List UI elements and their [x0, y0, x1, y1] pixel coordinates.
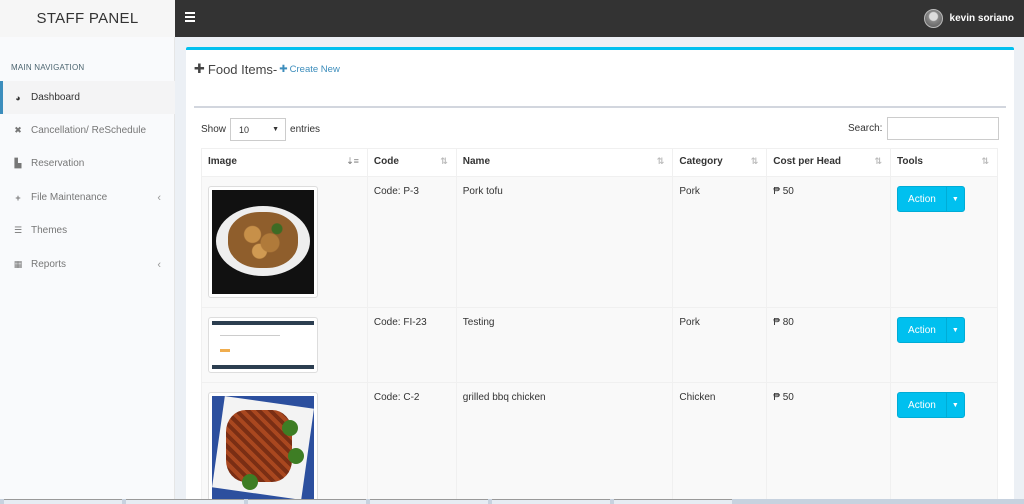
plus-icon: + — [15, 192, 21, 203]
sidebar-item-label: File Maintenance — [31, 192, 108, 203]
dashboard-icon: ◕ — [15, 92, 21, 103]
show-label: Show — [201, 124, 227, 135]
calendar-icon: ▦ — [13, 259, 23, 269]
sidebar-item-label: Reports — [31, 259, 67, 270]
sort-icon: ⇅ — [874, 156, 883, 166]
table-row: Code: FI-23 Testing Pork ₱ 80 Action ▼ — [201, 307, 998, 383]
user-name: kevin soriano — [949, 13, 1014, 24]
chevron-left-icon: ‹ — [157, 191, 161, 204]
caret-down-icon[interactable]: ▼ — [945, 318, 964, 342]
table-row: Code: P-3 Pork tofu Pork ₱ 50 Action ▼ — [201, 176, 998, 308]
table-row: Code: C-2 grilled bbq chicken Chicken ₱ … — [201, 382, 998, 504]
top-navbar: kevin soriano — [175, 0, 1024, 37]
sort-icon: ⇅ — [981, 156, 989, 166]
food-items-box: ✚ Food Items- ✚ Create New Show 10 ▼ ent… — [186, 47, 1014, 504]
taskbar-item[interactable] — [4, 499, 122, 504]
search-area: Search: — [848, 117, 1000, 140]
plus-icon: ✚ — [279, 63, 288, 75]
cart-icon: ▙ — [14, 158, 22, 168]
taskbar-item[interactable] — [492, 499, 610, 504]
user-menu[interactable]: kevin soriano — [923, 9, 1014, 28]
sidebar-item-cancellation[interactable]: ✖ Cancellation/ ReSchedule — [0, 114, 175, 147]
cell-cost: ₱ 50 — [766, 382, 892, 504]
column-header-cost[interactable]: Cost per Head ⇅ — [766, 148, 892, 177]
search-label: Search: — [848, 123, 883, 134]
entries-value: 10 — [239, 124, 250, 135]
column-header-category[interactable]: Category ⇅ — [672, 148, 768, 177]
divider — [194, 106, 1006, 108]
sidebar-item-label: Themes — [31, 225, 68, 236]
menu-toggle-icon[interactable] — [185, 12, 195, 22]
food-image-grilled-chicken — [208, 392, 318, 504]
cell-name: Testing — [455, 307, 674, 383]
cell-code: Code: P-3 — [366, 176, 457, 308]
create-new-label: Create New — [289, 63, 340, 75]
sidebar-item-reservation[interactable]: ▙ Reservation — [0, 147, 175, 180]
page-title: Food Items- — [207, 61, 278, 77]
chevron-left-icon: ‹ — [157, 258, 161, 271]
cell-category: Pork — [672, 176, 768, 308]
avatar — [923, 9, 943, 28]
column-header-image[interactable]: Image ⇣≡ — [201, 148, 368, 177]
column-header-code[interactable]: Code ⇅ — [366, 148, 457, 177]
list-icon: ☰ — [13, 225, 23, 235]
sort-asc-icon: ⇣≡ — [346, 156, 359, 166]
cell-category: Chicken — [672, 382, 768, 504]
create-new-link[interactable]: ✚ Create New — [279, 64, 340, 75]
sort-icon: ⇅ — [750, 156, 759, 166]
action-button[interactable]: Action ▼ — [897, 392, 965, 418]
cell-cost: ₱ 50 — [766, 176, 892, 308]
caret-down-icon[interactable]: ▼ — [945, 393, 964, 417]
sort-icon: ⇅ — [656, 156, 665, 166]
caret-down-icon: ▼ — [272, 126, 280, 133]
cell-category: Pork — [672, 307, 768, 383]
action-label: Action — [908, 324, 936, 336]
sidebar-item-reports[interactable]: ▦ Reports ‹ — [0, 248, 175, 281]
times-icon: ✖ — [14, 125, 22, 135]
search-input[interactable] — [887, 117, 1000, 140]
column-header-tools[interactable]: Tools ⇅ — [890, 148, 998, 177]
cell-name: Pork tofu — [455, 176, 674, 308]
sidebar-item-label: Reservation — [31, 158, 85, 169]
action-label: Action — [908, 193, 936, 205]
sidebar: MAIN NAVIGATION ◕ Dashboard ✖ Cancellati… — [0, 37, 175, 504]
action-button[interactable]: Action ▼ — [897, 186, 965, 212]
entries-select[interactable]: 10 ▼ — [230, 118, 287, 141]
food-image-pork-tofu — [208, 186, 318, 298]
food-image-testing — [208, 317, 318, 373]
sort-icon: ⇅ — [440, 156, 448, 166]
action-label: Action — [908, 399, 936, 411]
action-button[interactable]: Action ▼ — [897, 317, 965, 343]
app-logo[interactable]: STAFF PANEL — [0, 0, 175, 37]
sidebar-item-file-maintenance[interactable]: + File Maintenance ‹ — [0, 181, 175, 214]
entries-label: entries — [290, 124, 321, 135]
taskbar-item[interactable] — [614, 499, 732, 504]
show-entries: Show 10 ▼ entries — [201, 118, 320, 141]
box-title: ✚ Food Items- ✚ Create New — [194, 61, 340, 77]
column-header-name[interactable]: Name ⇅ — [455, 148, 674, 177]
plus-icon: ✚ — [194, 61, 205, 76]
cell-code: Code: C-2 — [366, 382, 457, 504]
taskbar-item[interactable] — [248, 499, 366, 504]
os-taskbar — [0, 499, 1024, 504]
sidebar-item-label: Dashboard — [31, 92, 80, 103]
table-header-row: Image ⇣≡ Code ⇅ Name ⇅ Category ⇅ Cost per H… — [201, 148, 998, 177]
sidebar-item-themes[interactable]: ☰ Themes — [0, 214, 175, 247]
taskbar-item[interactable] — [126, 499, 244, 504]
nav-header: MAIN NAVIGATION — [11, 63, 85, 72]
cell-name: grilled bbq chicken — [455, 382, 674, 504]
sidebar-item-label: Cancellation/ ReSchedule — [31, 125, 147, 136]
taskbar-item[interactable] — [370, 499, 488, 504]
cell-cost: ₱ 80 — [766, 307, 892, 383]
sidebar-item-dashboard[interactable]: ◕ Dashboard — [0, 81, 175, 114]
cell-code: Code: FI-23 — [366, 307, 457, 383]
food-items-table: Image ⇣≡ Code ⇅ Name ⇅ Category ⇅ Cost per H… — [201, 148, 998, 504]
caret-down-icon[interactable]: ▼ — [945, 187, 964, 211]
